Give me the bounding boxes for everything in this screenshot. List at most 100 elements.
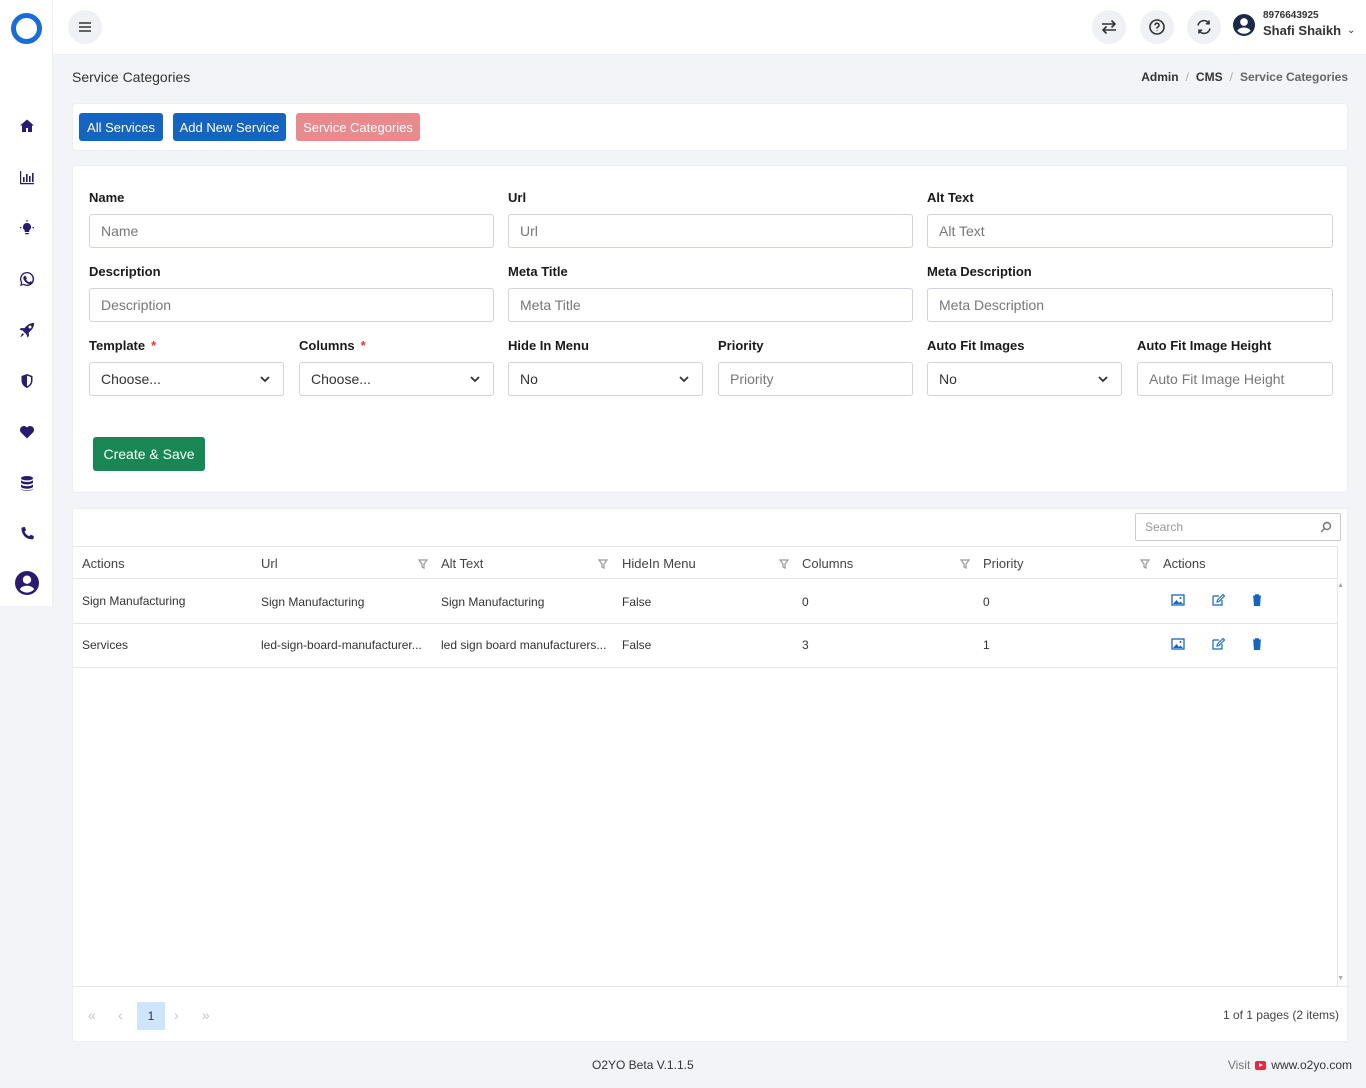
grid-scrollbar[interactable] — [1337, 546, 1338, 986]
sidebar — [0, 0, 53, 606]
filter-icon[interactable] — [960, 559, 970, 569]
cell-url: Sign Manufacturing — [261, 595, 365, 609]
next-page-icon[interactable]: › — [174, 1007, 179, 1023]
delete-icon[interactable] — [1250, 593, 1266, 609]
chevron-down-icon: ⌄ — [1347, 24, 1356, 36]
name-label: Name — [89, 190, 125, 205]
create-save-button[interactable]: Create & Save — [93, 437, 205, 471]
required-marker: * — [151, 338, 157, 353]
template-select-value: Choose... — [101, 371, 161, 387]
chart-icon[interactable] — [16, 166, 38, 188]
description-input[interactable]: Description — [89, 288, 494, 322]
grid-search-input[interactable]: Search — [1135, 513, 1341, 541]
breadcrumb-admin[interactable]: Admin — [1141, 70, 1178, 84]
alt-text-input[interactable]: Alt Text — [927, 214, 1333, 248]
columns-select[interactable]: Choose... — [299, 362, 494, 396]
home-icon[interactable] — [16, 115, 38, 137]
breadcrumb-cms[interactable]: CMS — [1196, 70, 1223, 84]
user-name: Shafi Shaikh — [1263, 23, 1342, 38]
heart-icon[interactable] — [16, 421, 38, 443]
column-header-actions-2: Actions — [1163, 556, 1206, 571]
meta-title-input[interactable]: Meta Title — [508, 288, 913, 322]
database-icon[interactable] — [16, 472, 38, 494]
edit-icon[interactable] — [1211, 593, 1227, 609]
chevron-down-icon — [260, 376, 270, 383]
url-input[interactable]: Url — [508, 214, 913, 248]
table-row[interactable]: Sign Manufacturing Sign Manufacturing Si… — [73, 580, 1337, 624]
auto-fit-image-height-input[interactable]: Auto Fit Image Height — [1137, 362, 1333, 396]
filter-icon[interactable] — [779, 559, 789, 569]
filter-icon[interactable] — [1140, 559, 1150, 569]
column-header-actions[interactable]: Actions — [82, 556, 125, 571]
grid-pager: « ‹ 1 › » 1 of 1 pages (2 items) — [73, 986, 1347, 1042]
cell-name: Sign Manufacturing — [82, 594, 186, 608]
priority-label: Priority — [718, 338, 764, 353]
shield-icon[interactable] — [16, 370, 38, 392]
prev-page-icon[interactable]: ‹ — [118, 1007, 123, 1023]
edit-icon[interactable] — [1211, 637, 1227, 653]
refresh-button[interactable] — [1187, 10, 1221, 44]
meta-description-label: Meta Description — [927, 264, 1032, 279]
phone-icon[interactable] — [16, 523, 38, 545]
hide-in-menu-label: Hide In Menu — [508, 338, 589, 353]
column-header-alt-text[interactable]: Alt Text — [441, 556, 483, 571]
first-page-icon[interactable]: « — [88, 1007, 96, 1023]
help-circle-icon — [1149, 19, 1165, 35]
page-title: Service Categories — [72, 69, 191, 85]
search-placeholder: Search — [1145, 520, 1184, 534]
refresh-icon — [1197, 19, 1211, 35]
auto-fit-images-select[interactable]: No — [927, 362, 1122, 396]
cell-priority: 1 — [983, 638, 990, 652]
column-header-priority[interactable]: Priority — [983, 556, 1023, 571]
meta-title-label: Meta Title — [508, 264, 568, 279]
column-header-columns[interactable]: Columns — [802, 556, 853, 571]
pager-info: 1 of 1 pages (2 items) — [1222, 1008, 1339, 1022]
priority-input[interactable]: Priority — [718, 362, 913, 396]
cell-hide-in-menu: False — [622, 595, 652, 609]
columns-label: Columns * — [299, 338, 366, 353]
categories-grid: Search Actions Url Alt Text HideIn Menu … — [72, 508, 1348, 1042]
cell-columns: 0 — [802, 595, 809, 609]
last-page-icon[interactable]: » — [202, 1007, 210, 1023]
rocket-icon[interactable] — [16, 319, 38, 341]
url-label: Url — [508, 190, 527, 205]
page-number-button[interactable]: 1 — [137, 1002, 165, 1030]
profile-icon[interactable] — [14, 570, 40, 596]
app-logo[interactable] — [11, 13, 42, 44]
whatsapp-icon[interactable] — [16, 268, 38, 290]
delete-icon[interactable] — [1250, 637, 1266, 653]
lightbulb-icon[interactable] — [16, 217, 38, 239]
name-input[interactable]: Name — [89, 214, 494, 248]
all-services-button[interactable]: All Services — [79, 113, 163, 141]
template-select[interactable]: Choose... — [89, 362, 284, 396]
image-icon[interactable] — [1171, 637, 1187, 653]
column-header-url[interactable]: Url — [261, 556, 278, 571]
hamburger-icon — [79, 22, 91, 32]
scroll-up-icon[interactable]: ▲ — [1337, 582, 1344, 589]
switch-button[interactable] — [1092, 10, 1126, 44]
filter-icon[interactable] — [598, 559, 608, 569]
site-link[interactable]: www.o2yo.com — [1271, 1058, 1352, 1072]
scroll-down-icon[interactable]: ▼ — [1337, 975, 1344, 982]
youtube-icon[interactable] — [1255, 1060, 1267, 1070]
add-new-service-button[interactable]: Add New Service — [173, 113, 286, 141]
filter-icon[interactable] — [418, 559, 428, 569]
chevron-down-icon — [1098, 376, 1108, 383]
grid-header-row: Actions Url Alt Text HideIn Menu Columns… — [73, 546, 1337, 579]
cell-alt-text: Sign Manufacturing — [441, 595, 545, 609]
table-row[interactable]: Services led-sign-board-manufacturer... … — [73, 624, 1337, 668]
search-icon — [1320, 521, 1332, 533]
breadcrumb-current: Service Categories — [1239, 70, 1348, 84]
image-icon[interactable] — [1171, 593, 1187, 609]
menu-toggle-button[interactable] — [68, 10, 102, 44]
chevron-down-icon — [679, 376, 689, 383]
user-menu[interactable]: 8976643925 Shafi Shaikh ⌄ — [1233, 10, 1355, 40]
column-header-hide-in-menu[interactable]: HideIn Menu — [622, 556, 696, 571]
alt-text-label: Alt Text — [927, 190, 974, 205]
meta-description-input[interactable]: Meta Description — [927, 288, 1333, 322]
hide-in-menu-select[interactable]: No — [508, 362, 703, 396]
description-label: Description — [89, 264, 161, 279]
cell-priority: 0 — [983, 595, 990, 609]
service-categories-button[interactable]: Service Categories — [296, 113, 420, 141]
help-button[interactable] — [1140, 10, 1174, 44]
